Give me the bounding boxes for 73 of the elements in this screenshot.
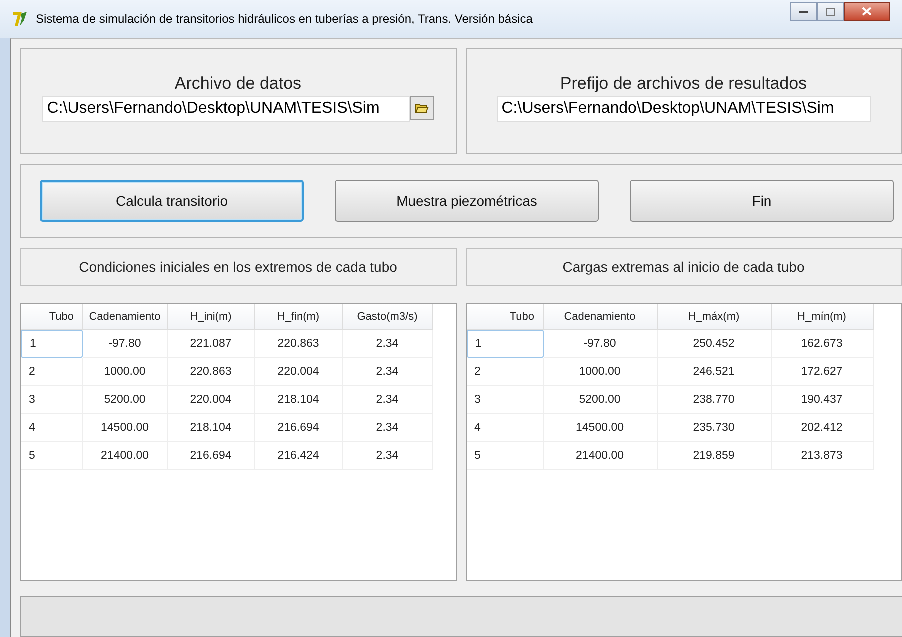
data-file-label: Archivo de datos xyxy=(174,74,302,94)
action-button[interactable]: Calcula transitorio xyxy=(40,180,304,222)
minimize-icon xyxy=(799,10,808,13)
table-cell: 2.34 xyxy=(343,442,433,470)
table-cell: 2.34 xyxy=(343,414,433,442)
table-cell: 2.34 xyxy=(343,386,433,414)
column-header[interactable]: Gasto(m3/s) xyxy=(343,304,433,330)
column-header[interactable]: H_mín(m) xyxy=(772,304,874,330)
table-cell: 2 xyxy=(466,358,544,386)
column-header[interactable]: Cadenamiento xyxy=(544,304,658,330)
results-prefix-field[interactable]: C:\Users\Fernando\Desktop\UNAM\TESIS\Sim xyxy=(496,96,871,122)
table-cell: 21400.00 xyxy=(544,442,658,470)
action-button[interactable]: Fin xyxy=(630,180,894,222)
data-file-field[interactable]: C:\Users\Fernando\Desktop\UNAM\TESIS\Sim xyxy=(42,96,410,122)
table-cell: 14500.00 xyxy=(544,414,658,442)
table-cell: 213.873 xyxy=(772,442,874,470)
action-button[interactable]: Muestra piezométricas xyxy=(335,180,599,222)
table-cell: 4 xyxy=(466,414,544,442)
section-header: Cargas extremas al inicio de cada tubo xyxy=(466,248,902,286)
table-cell: 220.004 xyxy=(168,386,255,414)
maximize-button[interactable] xyxy=(817,2,844,21)
close-icon xyxy=(862,7,872,16)
column-header[interactable]: Cadenamiento xyxy=(83,304,168,330)
table-cell: 218.104 xyxy=(255,386,343,414)
table-cell: 5200.00 xyxy=(83,386,168,414)
table-cell: 1000.00 xyxy=(83,358,168,386)
table-cell: 162.673 xyxy=(772,330,874,358)
table-cell: 220.004 xyxy=(255,358,343,386)
table-cell: 5200.00 xyxy=(544,386,658,414)
table-cell: -97.80 xyxy=(83,330,168,358)
table-cell: 221.087 xyxy=(168,330,255,358)
table-cell: 220.863 xyxy=(255,330,343,358)
table-cell: 5 xyxy=(21,442,83,470)
table-cell: 172.627 xyxy=(772,358,874,386)
table-cell: 190.437 xyxy=(772,386,874,414)
table-cell: 218.104 xyxy=(168,414,255,442)
table-cell: 5 xyxy=(466,442,544,470)
table-cell: 3 xyxy=(21,386,83,414)
table-cell: 238.770 xyxy=(658,386,772,414)
table-cell: 216.424 xyxy=(255,442,343,470)
window-title: Sistema de simulación de transitorios hidráulicos en tuberías a presión, Trans. Versión básica xyxy=(36,12,533,26)
table-cell: 220.863 xyxy=(168,358,255,386)
column-header[interactable]: H_fin(m) xyxy=(255,304,343,330)
table-cell: 246.521 xyxy=(658,358,772,386)
table-cell: 4 xyxy=(21,414,83,442)
table-cell: 2 xyxy=(21,358,83,386)
table-cell: 14500.00 xyxy=(83,414,168,442)
section-header: Condiciones iniciales en los extremos de cada tubo xyxy=(20,248,456,286)
table-cell: 250.452 xyxy=(658,330,772,358)
table-cell: 235.730 xyxy=(658,414,772,442)
table-cell: 1000.00 xyxy=(544,358,658,386)
table-cell: 21400.00 xyxy=(83,442,168,470)
table-cell: 1 xyxy=(466,330,544,358)
app-icon xyxy=(12,10,30,28)
table-cell: 2.34 xyxy=(343,330,433,358)
column-header[interactable]: Tubo xyxy=(21,304,83,330)
table-cell: 219.859 xyxy=(658,442,772,470)
column-header[interactable]: H_máx(m) xyxy=(658,304,772,330)
close-button[interactable] xyxy=(844,2,890,21)
results-prefix-label: Prefijo de archivos de resultados xyxy=(560,74,808,94)
table-cell: 202.412 xyxy=(772,414,874,442)
table-cell: 216.694 xyxy=(255,414,343,442)
browse-button[interactable] xyxy=(410,96,434,120)
table-cell: -97.80 xyxy=(544,330,658,358)
maximize-icon xyxy=(826,8,835,16)
minimize-button[interactable] xyxy=(790,2,817,21)
table-cell: 2.34 xyxy=(343,358,433,386)
folder-icon xyxy=(415,102,430,114)
column-header[interactable]: H_ini(m) xyxy=(168,304,255,330)
column-header[interactable]: Tubo xyxy=(466,304,544,330)
table-cell: 3 xyxy=(466,386,544,414)
table-cell: 1 xyxy=(21,330,83,358)
table-cell: 216.694 xyxy=(168,442,255,470)
